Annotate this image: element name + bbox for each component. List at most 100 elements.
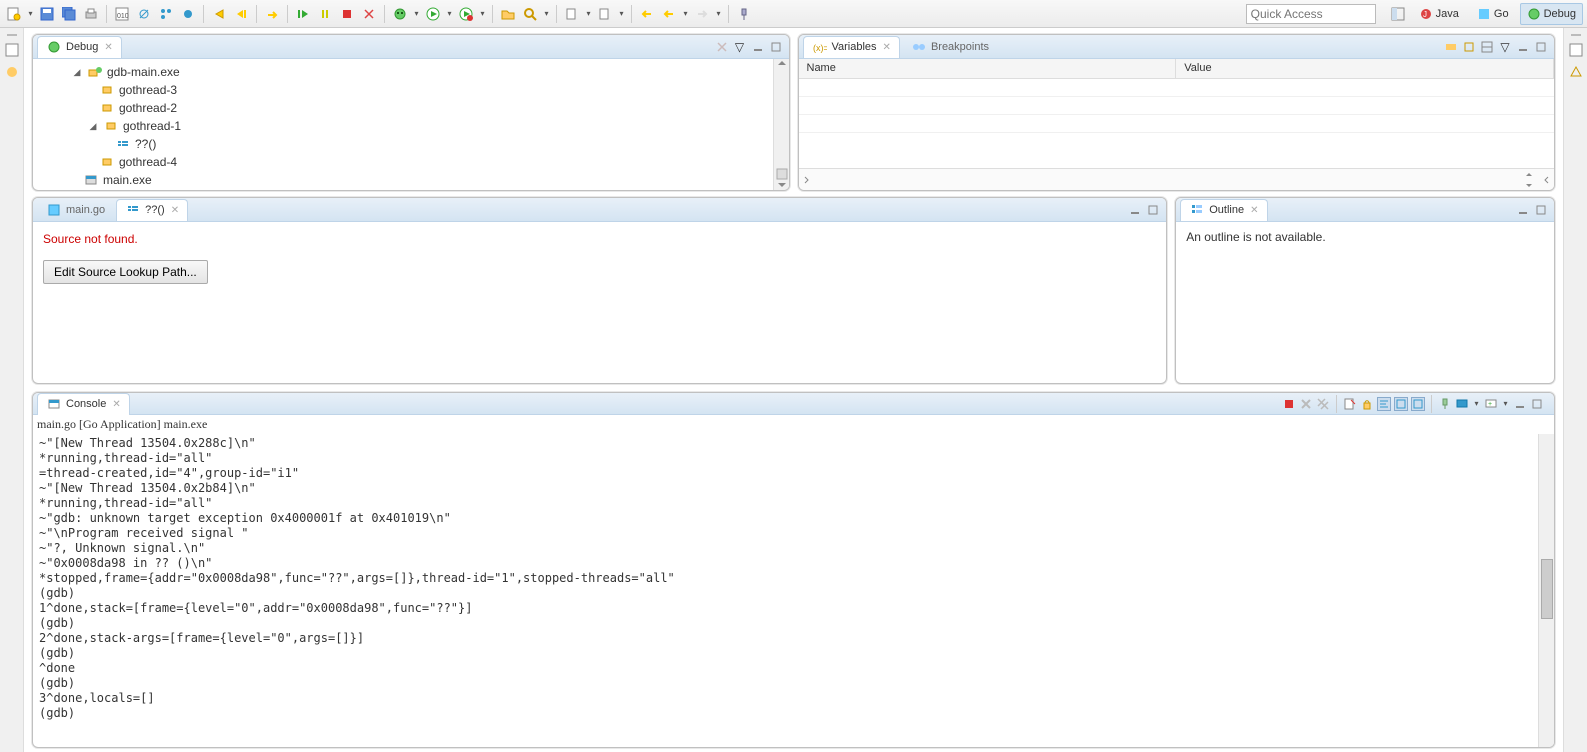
editor-tab-unknown[interactable]: ??() ✕	[116, 199, 188, 221]
word-wrap-icon[interactable]	[1377, 397, 1391, 411]
minimized-view-icon[interactable]	[4, 42, 20, 58]
scroll-lock-icon[interactable]	[1360, 397, 1374, 411]
remove-all-icon[interactable]	[1316, 397, 1330, 411]
collapse-icon[interactable]	[1462, 40, 1476, 54]
layout-icon[interactable]	[1480, 40, 1494, 54]
console-tab[interactable]: Console ✕	[37, 393, 130, 415]
perspective-go[interactable]: Go	[1470, 3, 1516, 25]
skip-breakpoints-icon[interactable]	[134, 4, 154, 24]
show-on-out-icon[interactable]	[1394, 397, 1408, 411]
tree-thread-row[interactable]: gothread-4	[39, 153, 783, 171]
debug-tab[interactable]: Debug ✕	[37, 36, 122, 58]
pin-icon[interactable]	[734, 4, 754, 24]
run-last-dropdown[interactable]: ▾	[478, 4, 487, 24]
maximize-icon[interactable]	[1534, 203, 1548, 217]
show-type-icon[interactable]	[1444, 40, 1458, 54]
save-icon[interactable]	[37, 4, 57, 24]
tree-thread-row[interactable]: gothread-3	[39, 81, 783, 99]
minimize-icon[interactable]	[1516, 40, 1530, 54]
tree-thread-row[interactable]: gothread-2	[39, 99, 783, 117]
debug-dropdown[interactable]: ▾	[412, 4, 421, 24]
view-menu-icon[interactable]: ▽	[1498, 40, 1512, 54]
run-dropdown[interactable]: ▾	[445, 4, 454, 24]
open-console-dropdown[interactable]: ▾	[1501, 394, 1510, 414]
close-icon[interactable]: ✕	[171, 205, 179, 216]
col-name[interactable]: Name	[799, 59, 1177, 78]
scrollbar[interactable]	[773, 59, 789, 190]
minimize-icon[interactable]	[1513, 397, 1527, 411]
disconnect-icon[interactable]	[359, 4, 379, 24]
quick-access-input[interactable]	[1246, 4, 1376, 24]
binary-icon[interactable]: 010	[112, 4, 132, 24]
run-icon[interactable]	[423, 4, 443, 24]
minimize-icon[interactable]	[1128, 203, 1142, 217]
maximize-icon[interactable]	[1146, 203, 1160, 217]
new-dropdown[interactable]: ▾	[26, 4, 35, 24]
step-return-icon[interactable]	[262, 4, 282, 24]
close-icon[interactable]: ✕	[104, 42, 112, 53]
variables-body[interactable]	[799, 79, 1555, 168]
view-menu-icon[interactable]: ▽	[733, 40, 747, 54]
debug-tree[interactable]: ◢gdb-main.exe gothread-3 gothread-2 ◢got…	[33, 59, 789, 190]
maximize-icon[interactable]	[1530, 397, 1544, 411]
clear-console-icon[interactable]	[1343, 397, 1357, 411]
open-console-icon[interactable]: +	[1484, 397, 1498, 411]
scrollbar[interactable]	[1538, 434, 1554, 747]
remove-launch-icon[interactable]	[1299, 397, 1313, 411]
search-icon[interactable]	[520, 4, 540, 24]
next-ann-dropdown[interactable]: ▾	[584, 4, 593, 24]
last-edit-icon[interactable]	[637, 4, 657, 24]
run-last-icon[interactable]	[456, 4, 476, 24]
open-type-icon[interactable]	[498, 4, 518, 24]
variables-detail-pane[interactable]	[799, 168, 1555, 190]
editor-tab-main[interactable]: main.go	[37, 199, 114, 221]
perspective-java[interactable]: JJava	[1412, 3, 1466, 25]
back-icon[interactable]	[659, 4, 679, 24]
close-icon[interactable]: ✕	[883, 42, 891, 53]
next-annotation-icon[interactable]	[562, 4, 582, 24]
back-dropdown[interactable]: ▾	[681, 4, 690, 24]
minimized-view2-icon[interactable]	[4, 64, 20, 80]
col-value[interactable]: Value	[1176, 59, 1554, 78]
terminate-icon[interactable]	[1282, 397, 1296, 411]
debug-icon[interactable]	[390, 4, 410, 24]
terminate-icon[interactable]	[337, 4, 357, 24]
print-icon[interactable]	[81, 4, 101, 24]
close-icon[interactable]: ✕	[1250, 205, 1258, 216]
perspective-debug[interactable]: Debug	[1520, 3, 1583, 25]
maximize-icon[interactable]	[769, 40, 783, 54]
open-perspective-icon[interactable]	[1388, 4, 1408, 24]
pin-console-icon[interactable]	[1438, 397, 1452, 411]
display-console-icon[interactable]	[1455, 397, 1469, 411]
forward-dropdown[interactable]: ▾	[714, 4, 723, 24]
prev-annotation-icon[interactable]	[595, 4, 615, 24]
forward-icon[interactable]	[692, 4, 712, 24]
minimize-icon[interactable]	[751, 40, 765, 54]
save-all-icon[interactable]	[59, 4, 79, 24]
suspend-icon[interactable]	[315, 4, 335, 24]
display-console-dropdown[interactable]: ▾	[1472, 394, 1481, 414]
breakpoint-types-icon[interactable]	[156, 4, 176, 24]
tree-frame-row[interactable]: ??()	[39, 135, 783, 153]
show-on-err-icon[interactable]	[1411, 397, 1425, 411]
debug-remove-icon[interactable]	[715, 40, 729, 54]
tree-thread-row[interactable]: ◢gothread-1	[39, 117, 783, 135]
prev-ann-dropdown[interactable]: ▾	[617, 4, 626, 24]
minimize-icon[interactable]	[1516, 203, 1530, 217]
tree-process-row[interactable]: ◢gdb-main.exe	[39, 63, 783, 81]
toggle-breakpoint-icon[interactable]	[178, 4, 198, 24]
search-dropdown[interactable]: ▾	[542, 4, 551, 24]
edit-source-lookup-button[interactable]: Edit Source Lookup Path...	[43, 260, 208, 284]
minimized-view-icon[interactable]	[1568, 42, 1584, 58]
close-icon[interactable]: ✕	[112, 399, 120, 410]
resume-reverse-icon[interactable]	[209, 4, 229, 24]
maximize-icon[interactable]	[1534, 40, 1548, 54]
resume-icon[interactable]	[293, 4, 313, 24]
minimized-view2-icon[interactable]	[1568, 64, 1584, 80]
breakpoints-tab[interactable]: Breakpoints	[902, 36, 998, 58]
step-reverse-icon[interactable]	[231, 4, 251, 24]
tree-exe-row[interactable]: main.exe	[39, 171, 783, 189]
new-icon[interactable]	[4, 4, 24, 24]
outline-tab[interactable]: Outline ✕	[1180, 199, 1267, 221]
console-output[interactable]: ~"[New Thread 13504.0x288c]\n"*running,t…	[33, 434, 1554, 747]
